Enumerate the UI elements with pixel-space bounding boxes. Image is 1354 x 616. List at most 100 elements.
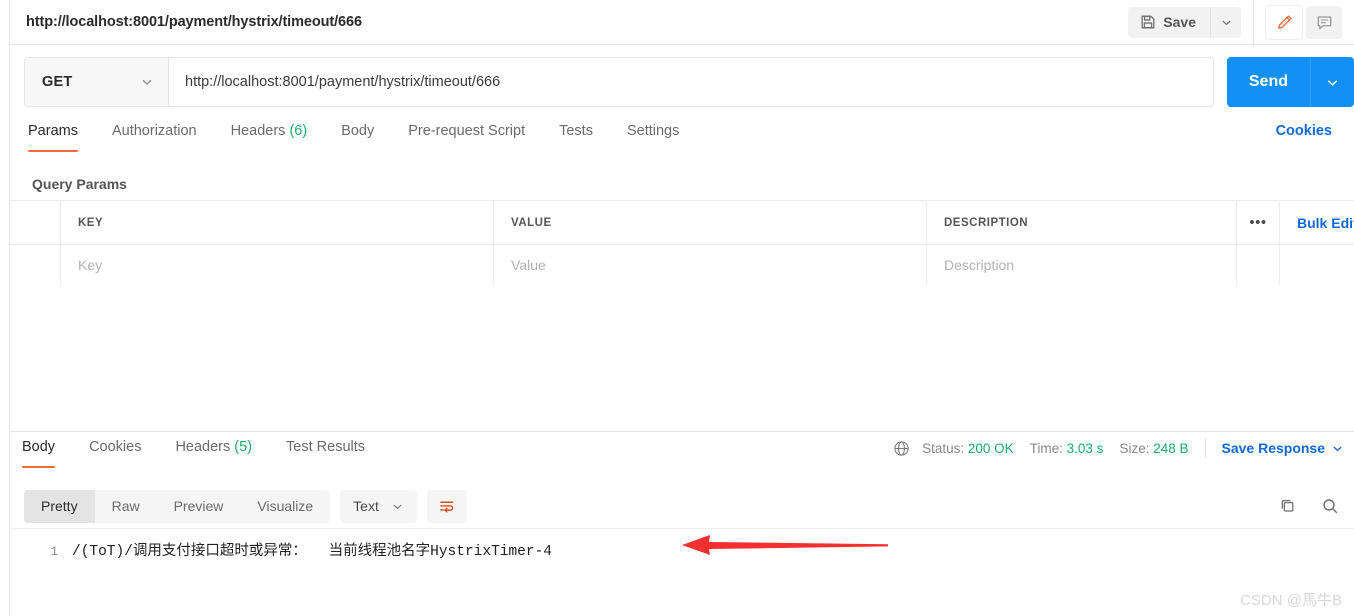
- row-value-input[interactable]: Value: [494, 245, 927, 285]
- send-button[interactable]: Send: [1226, 57, 1310, 107]
- request-tab-headers-count: (6): [289, 123, 308, 139]
- response-toolbar: Pretty Raw Preview Visualize Text: [10, 484, 1354, 528]
- view-mode-visualize[interactable]: Visualize: [240, 490, 330, 523]
- request-tab-pre-request-script[interactable]: Pre-request Script: [408, 120, 525, 152]
- response-toolbar-actions: [1278, 496, 1354, 516]
- time-value: 3.03 s: [1066, 440, 1104, 456]
- time-label: Time:: [1029, 440, 1063, 456]
- request-tab-bar: Params Authorization Headers (6) Body Pr…: [10, 120, 1354, 161]
- request-tab-body-label: Body: [341, 123, 375, 139]
- response-tab-headers-label: Headers: [175, 439, 231, 455]
- save-button[interactable]: Save: [1128, 6, 1211, 38]
- method-selector[interactable]: GET: [24, 57, 168, 107]
- save-response-label: Save Response: [1221, 440, 1326, 456]
- request-tab-authorization-label: Authorization: [111, 123, 197, 139]
- status-value: 200 OK: [967, 440, 1014, 456]
- ellipsis-icon: •••: [1249, 213, 1267, 231]
- request-tab-body[interactable]: Body: [341, 120, 374, 152]
- copy-icon[interactable]: [1278, 496, 1298, 516]
- comment-icon: [1315, 13, 1334, 32]
- chevron-down-icon: [1325, 75, 1340, 90]
- url-input[interactable]: http://localhost:8001/payment/hystrix/ti…: [168, 57, 1214, 107]
- comments-button[interactable]: [1306, 5, 1342, 39]
- header-description-label: DESCRIPTION: [944, 216, 1029, 229]
- request-tab-authorization[interactable]: Authorization: [112, 120, 197, 152]
- save-response-button[interactable]: Save Response: [1222, 440, 1345, 456]
- view-mode-pretty[interactable]: Pretty: [24, 489, 95, 523]
- response-meta: Status: 200 OK Time: 3.03 s Size: 248 B …: [893, 436, 1354, 458]
- response-view-mode-group: Pretty Raw Preview Visualize: [24, 489, 331, 523]
- request-tab-tests[interactable]: Tests: [559, 120, 593, 152]
- response-format-label: Text: [353, 498, 379, 514]
- postman-window: http://localhost:8001/payment/hystrix/ti…: [0, 0, 1354, 616]
- bulk-edit-button[interactable]: Bulk Edit: [1297, 215, 1354, 231]
- time-badge: Time: 3.03 s: [1030, 441, 1104, 456]
- response-tab-headers-count: (5): [234, 439, 253, 455]
- request-tab-headers[interactable]: Headers (6): [231, 120, 308, 152]
- globe-icon: [893, 440, 910, 457]
- query-params-header-row: KEY VALUE DESCRIPTION ••• Bulk Edit: [10, 201, 1354, 245]
- url-bar: GET http://localhost:8001/payment/hystri…: [10, 46, 1354, 118]
- row-end-cell: [1280, 245, 1354, 285]
- response-tab-cookies[interactable]: Cookies: [89, 436, 141, 468]
- request-tab-tests-label: Tests: [559, 123, 593, 139]
- chevron-down-icon: [391, 500, 404, 513]
- size-label: Size:: [1119, 440, 1150, 456]
- view-mode-raw[interactable]: Raw: [95, 490, 157, 523]
- line-number: 1: [50, 545, 58, 559]
- response-body-line: 1 /(ToT)/调用支付接口超时或异常： 当前线程池名字HystrixTime…: [10, 539, 1354, 560]
- header-key-cell: KEY: [61, 201, 494, 244]
- cookies-link[interactable]: Cookies: [1276, 120, 1332, 139]
- save-options-button[interactable]: [1211, 6, 1241, 38]
- header-checkbox-cell: [10, 201, 61, 244]
- request-title: http://localhost:8001/payment/hystrix/ti…: [26, 14, 362, 30]
- status-label: Status:: [922, 440, 965, 456]
- params-more-options-button[interactable]: •••: [1237, 201, 1280, 244]
- request-tab-params-label: Params: [28, 123, 78, 139]
- save-button-label: Save: [1163, 14, 1196, 30]
- topbar-actions: Save: [1128, 0, 1354, 45]
- response-format-selector[interactable]: Text: [340, 489, 417, 523]
- row-checkbox-cell[interactable]: [10, 245, 61, 285]
- header-description-cell: DESCRIPTION: [927, 201, 1237, 244]
- view-mode-preview[interactable]: Preview: [157, 490, 241, 523]
- chevron-down-icon: [140, 75, 154, 89]
- status-badge: Status: 200 OK: [922, 441, 1014, 456]
- chevron-down-icon: [1331, 442, 1344, 455]
- edit-request-button[interactable]: [1266, 5, 1302, 39]
- size-value: 248 B: [1153, 440, 1189, 456]
- request-tab-settings-label: Settings: [626, 123, 680, 139]
- request-tab-params[interactable]: Params: [28, 120, 78, 152]
- floppy-disk-icon: [1140, 14, 1156, 30]
- header-value-cell: VALUE: [494, 201, 927, 244]
- row-description-input[interactable]: Description: [927, 245, 1237, 285]
- response-tab-headers[interactable]: Headers (5): [175, 436, 252, 468]
- table-row[interactable]: Key Value Description: [10, 245, 1354, 286]
- size-badge: Size: 248 B: [1119, 441, 1188, 456]
- send-button-group[interactable]: Send: [1226, 57, 1354, 107]
- response-pane-divider[interactable]: [10, 431, 1354, 432]
- response-tab-test-results[interactable]: Test Results: [286, 436, 365, 468]
- row-key-input[interactable]: Key: [61, 245, 494, 285]
- csdn-watermark: CSDN @馬牛B: [1240, 592, 1342, 609]
- request-topbar: http://localhost:8001/payment/hystrix/ti…: [10, 0, 1354, 45]
- topbar-icon-group: [1254, 5, 1354, 39]
- meta-divider: [1204, 438, 1206, 458]
- response-tab-body[interactable]: Body: [22, 436, 56, 468]
- url-input-value: http://localhost:8001/payment/hystrix/ti…: [185, 74, 501, 90]
- search-icon[interactable]: [1320, 496, 1340, 516]
- row-description-placeholder: Description: [944, 257, 1015, 273]
- response-tab-cookies-label: Cookies: [89, 439, 142, 455]
- bulk-edit-cell: Bulk Edit: [1280, 201, 1354, 244]
- row-key-placeholder: Key: [78, 257, 103, 273]
- request-tab-settings[interactable]: Settings: [627, 120, 679, 152]
- word-wrap-button[interactable]: [426, 489, 467, 523]
- row-value-placeholder: Value: [511, 257, 546, 273]
- response-body-text: /(ToT)/调用支付接口超时或异常： 当前线程池名字HystrixTimer-…: [72, 544, 552, 560]
- chevron-down-icon: [1220, 16, 1233, 29]
- query-params-empty-area: [10, 285, 1354, 431]
- save-button-group[interactable]: Save: [1128, 6, 1241, 38]
- response-body-viewer[interactable]: 1 /(ToT)/调用支付接口超时或异常： 当前线程池名字HystrixTime…: [10, 528, 1354, 616]
- send-options-button[interactable]: [1310, 57, 1354, 107]
- response-tab-body-label: Body: [22, 439, 56, 455]
